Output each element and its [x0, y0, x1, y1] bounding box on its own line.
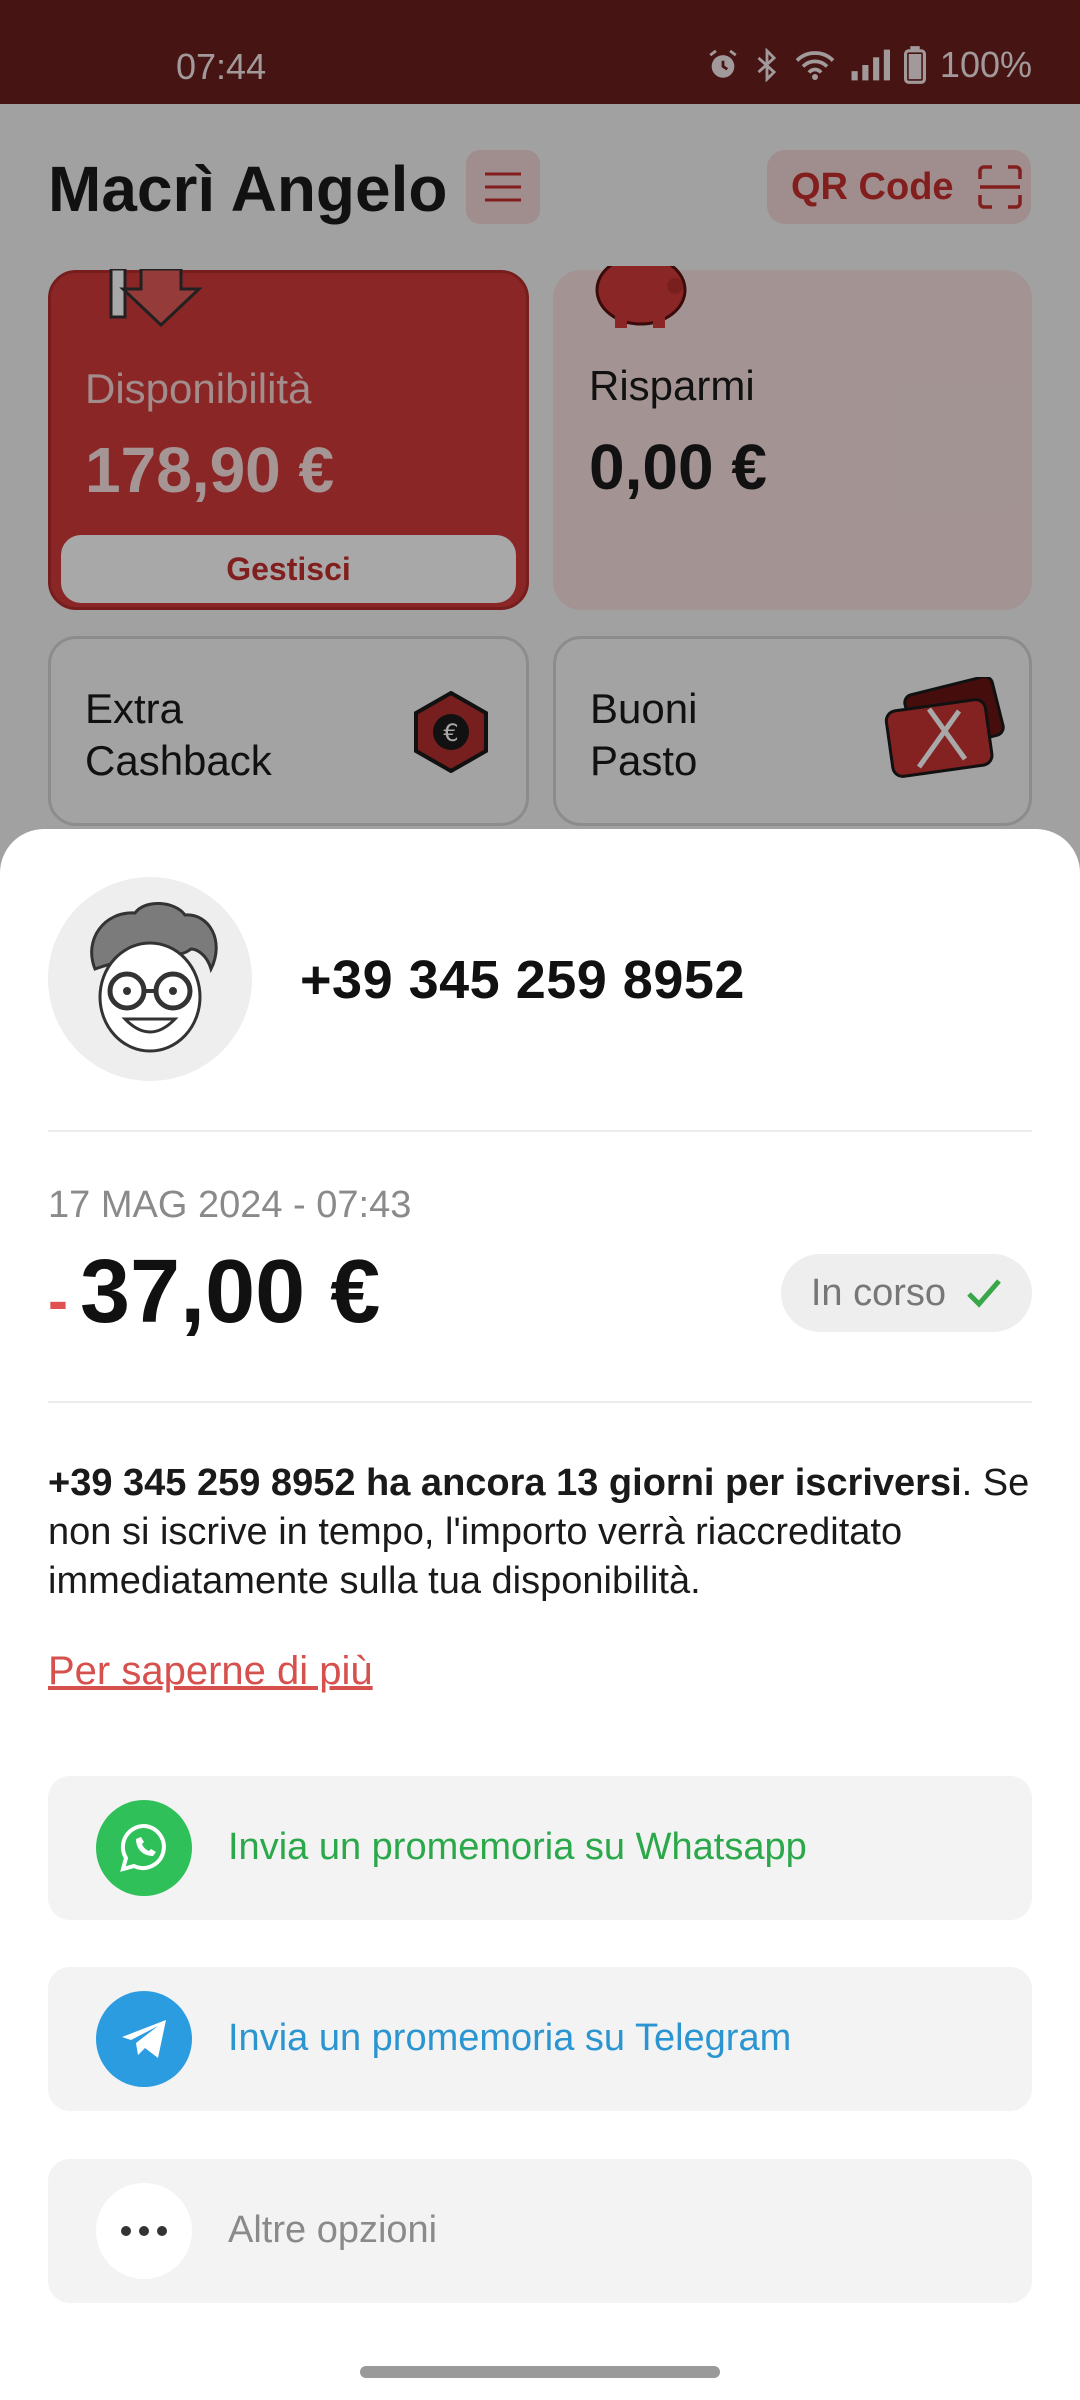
learn-more-link[interactable]: Per saperne di più: [48, 1649, 373, 1694]
more-options-label: Altre opzioni: [228, 2209, 438, 2251]
telegram-reminder-label: Invia un promemoria su Telegram: [228, 2017, 792, 2059]
telegram-icon: [122, 2020, 166, 2058]
more-icon-circle: [96, 2183, 192, 2279]
status-badge: In corso: [780, 1254, 1032, 1332]
gesture-nav-handle[interactable]: [360, 2366, 720, 2378]
more-dots-icon: [121, 2226, 167, 2236]
more-options-button[interactable]: Altre opzioni: [48, 2159, 1032, 2303]
enrollment-info-bold: +39 345 259 8952 ha ancora 13 giorni per…: [48, 1462, 962, 1504]
transaction-amount: 37,00 €: [80, 1242, 381, 1342]
status-label: In corso: [810, 1271, 946, 1314]
telegram-reminder-button[interactable]: Invia un promemoria su Telegram: [48, 1967, 1032, 2111]
cartoon-avatar-icon: [90, 901, 218, 1053]
amount-sign: -: [48, 1267, 68, 1334]
whatsapp-reminder-button[interactable]: Invia un promemoria su Whatsapp: [48, 1776, 1032, 1920]
divider: [48, 1130, 1032, 1132]
avatar: [48, 877, 252, 1081]
whatsapp-icon-circle: [96, 1800, 192, 1896]
whatsapp-icon: [120, 1823, 166, 1872]
checkmark-icon: [967, 1279, 1001, 1308]
telegram-icon-circle: [96, 1991, 192, 2087]
whatsapp-reminder-label: Invia un promemoria su Whatsapp: [228, 1826, 807, 1868]
divider: [48, 1401, 1032, 1403]
transaction-date: 17 MAG 2024 - 07:43: [48, 1184, 412, 1226]
transaction-sheet: +39 345 259 8952 17 MAG 2024 - 07:43 - 3…: [0, 829, 1080, 2400]
contact-phone: +39 345 259 8952: [300, 950, 745, 1010]
enrollment-info: +39 345 259 8952 ha ancora 13 giorni per…: [48, 1459, 1048, 1606]
